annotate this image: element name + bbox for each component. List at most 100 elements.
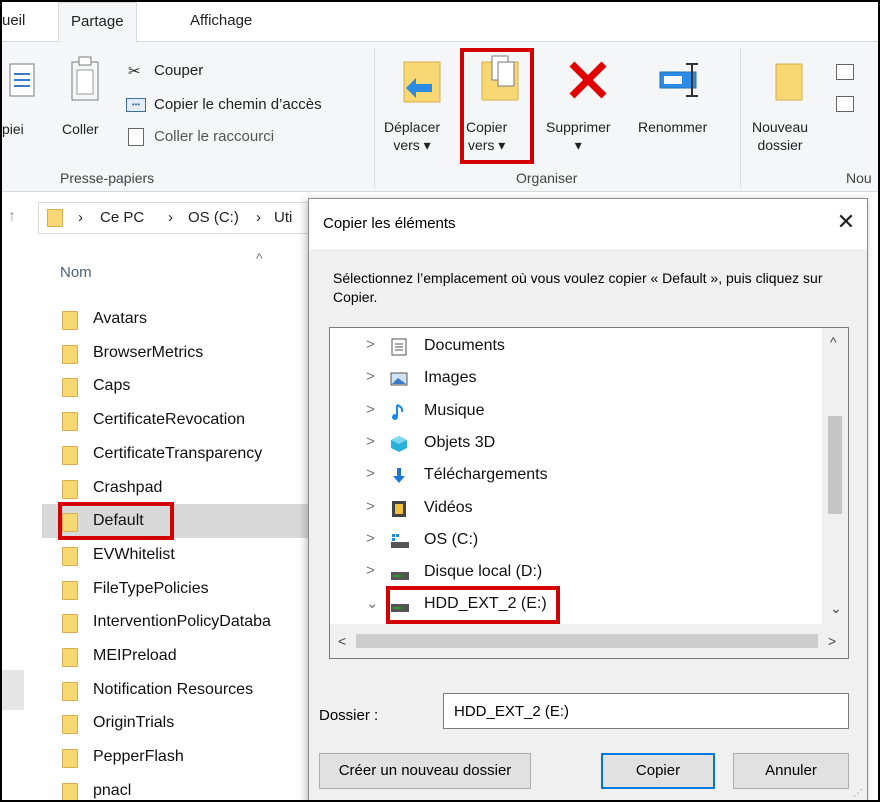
paste-shortcut-button[interactable]: Coller le raccourci (154, 128, 274, 145)
chevron-right-icon[interactable]: > (366, 336, 380, 353)
crumb-this-pc[interactable]: Ce PC (100, 209, 144, 226)
file-row[interactable]: Caps (42, 369, 342, 403)
folder-label: Dossier : (319, 707, 379, 724)
dialog-title-bar: Copier les éléments ✕ (309, 199, 867, 249)
new-folder-dialog-button[interactable]: Créer un nouveau dossier (319, 753, 531, 789)
up-arrow-icon[interactable]: ↑ (8, 208, 16, 226)
chevron-right-icon[interactable]: > (366, 433, 380, 450)
crumb-os-c[interactable]: OS (C:) (188, 209, 239, 226)
scroll-right-icon[interactable]: > (828, 633, 836, 649)
tree-item-label: Vidéos (424, 498, 473, 516)
tree-item[interactable]: > Vidéos (330, 492, 820, 524)
nav-selected-item[interactable] (2, 670, 24, 710)
tab-affichage[interactable]: Affichage (190, 12, 252, 29)
folder-icon (62, 749, 78, 769)
cancel-button[interactable]: Annuler (733, 753, 849, 789)
tree-item[interactable]: > OS (C:) (330, 524, 820, 556)
copy-path-button[interactable]: Copier le chemin d’accès (154, 96, 322, 113)
videos-icon (390, 500, 408, 517)
new-folder-icon[interactable] (772, 62, 808, 102)
sort-ascending-icon[interactable]: ^ (256, 250, 263, 266)
drive-icon (390, 564, 409, 581)
file-row[interactable]: CertificateTransparency (42, 437, 342, 471)
rename-icon[interactable] (658, 58, 704, 102)
tree-horizontal-scroll-thumb[interactable] (356, 634, 818, 648)
chevron-right-icon[interactable]: > (366, 465, 380, 482)
file-row[interactable]: BrowserMetrics (42, 336, 342, 370)
new-item-icon[interactable] (836, 64, 854, 80)
tree-item[interactable]: > Documents (330, 330, 820, 362)
folder-icon (62, 546, 78, 566)
tree-vertical-scroll-thumb[interactable] (828, 416, 842, 514)
file-row[interactable]: PepperFlash (42, 740, 342, 774)
file-row[interactable]: Avatars (42, 302, 342, 336)
music-icon (390, 403, 408, 420)
folder-icon (62, 681, 78, 701)
copy-to-highlight (460, 48, 534, 164)
folder-icon (62, 311, 78, 330)
screenshot-frame: ueil Partage Affichage piei Coller ✂ Cou… (0, 0, 880, 802)
tree-horizontal-scrollbar[interactable]: < > (330, 624, 848, 658)
file-row[interactable]: FileTypePolicies (42, 572, 342, 606)
tree-vertical-scrollbar[interactable]: ^ ⌄ (822, 328, 848, 624)
tree-item[interactable]: > Objets 3D (330, 427, 820, 459)
delete-icon[interactable] (566, 58, 610, 102)
file-row[interactable]: pnacl (42, 774, 342, 800)
dialog-instruction: Sélectionnez l’emplacement où vous voule… (333, 270, 823, 305)
tree-item[interactable]: > Images (330, 362, 820, 394)
chevron-right-icon[interactable]: > (366, 401, 380, 418)
chevron-right-icon[interactable]: > (366, 530, 380, 547)
scroll-down-icon[interactable]: ⌄ (830, 600, 842, 617)
scroll-left-icon[interactable]: < (338, 633, 346, 649)
chevron-right-icon[interactable]: > (366, 562, 380, 579)
resize-grip-icon[interactable]: ⋰ (853, 788, 863, 799)
tree-item[interactable]: > Musique (330, 395, 820, 427)
chevron-right-icon[interactable]: > (366, 498, 380, 515)
navigation-pane[interactable] (2, 242, 30, 800)
documents-icon (390, 338, 408, 356)
file-name: InterventionPolicyDataba (93, 613, 271, 631)
cut-button[interactable]: Couper (154, 62, 203, 79)
file-row[interactable]: InterventionPolicyDataba (42, 605, 342, 639)
copy-icon[interactable] (8, 58, 38, 104)
file-row[interactable]: CertificateRevocation (42, 403, 342, 437)
paste-shortcut-icon[interactable] (128, 128, 144, 146)
rename-button[interactable]: Renommer (638, 118, 707, 136)
crumb-users[interactable]: Uti (274, 209, 292, 226)
copy-path-icon[interactable]: ••• (126, 98, 146, 112)
folder-icon (62, 782, 78, 800)
folder-tree[interactable]: > Documents > Images > Musique > Objets 3D > Télé… (329, 327, 849, 659)
tab-partage[interactable]: Partage (58, 2, 137, 43)
file-name: Notification Resources (93, 680, 254, 698)
crumb-sep-icon: › (256, 209, 261, 226)
tree-item[interactable]: > Disque local (D:) (330, 556, 820, 588)
chevron-right-icon[interactable]: > (366, 368, 380, 385)
move-to-button[interactable]: Déplacer vers ▾ (384, 118, 440, 154)
tree-item-label: Documents (424, 337, 505, 354)
delete-button[interactable]: Supprimer ▾ (546, 118, 611, 154)
tree-item-label: OS (C:) (424, 530, 479, 548)
column-header-name[interactable]: Nom (60, 264, 92, 281)
paste-icon[interactable] (68, 54, 104, 104)
file-row[interactable]: Crashpad (42, 471, 342, 505)
close-icon[interactable]: ✕ (833, 209, 859, 235)
scissors-icon[interactable]: ✂ (128, 62, 141, 80)
copy-button[interactable]: Copier (601, 753, 715, 789)
scroll-up-icon[interactable]: ^ (830, 334, 837, 350)
tab-accueil[interactable]: ueil (2, 12, 25, 29)
tree-item[interactable]: > Téléchargements (330, 459, 820, 491)
file-row[interactable]: MEIPreload (42, 639, 342, 673)
folder-input[interactable] (443, 693, 849, 729)
move-to-icon[interactable] (398, 58, 446, 106)
copy-label[interactable]: piei (2, 120, 24, 138)
paste-label[interactable]: Coller (62, 120, 99, 138)
new-folder-button[interactable]: Nouveau dossier (752, 118, 808, 154)
easy-access-icon[interactable] (836, 96, 854, 112)
chevron-down-icon[interactable]: ⌄ (366, 594, 380, 612)
folder-icon (62, 412, 78, 432)
file-row[interactable]: EVWhitelist (42, 538, 342, 572)
file-row[interactable]: OriginTrials (42, 706, 342, 740)
organise-group-label: Organiser (516, 170, 578, 186)
copy-items-dialog: Copier les éléments ✕ Sélectionnez l’emp… (308, 198, 868, 800)
file-row[interactable]: Notification Resources (42, 673, 342, 707)
